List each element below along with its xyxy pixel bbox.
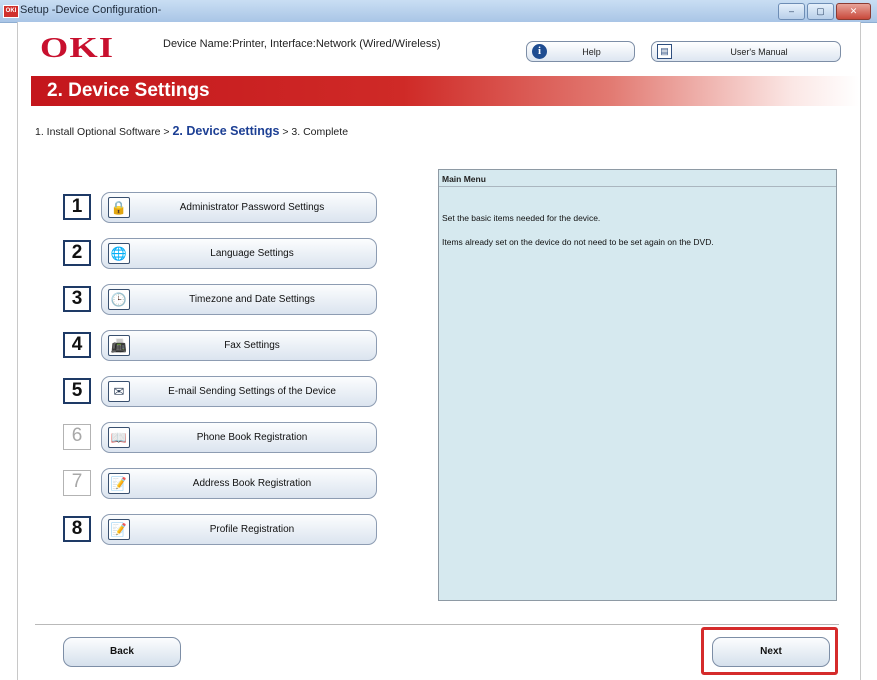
- menu-item-label: Administrator Password Settings: [179, 202, 325, 213]
- footer-divider: [35, 624, 839, 625]
- menu-row-2: 2 🌐 Language Settings: [63, 237, 379, 269]
- menu-row-8: 8 📝 Profile Registration: [63, 513, 379, 545]
- step-number-5: 5: [63, 378, 91, 404]
- description-panel: Main Menu Set the basic items needed for…: [438, 169, 837, 601]
- panel-header: Main Menu: [442, 174, 486, 184]
- step-number-8: 8: [63, 516, 91, 542]
- next-button[interactable]: Next: [712, 637, 830, 667]
- users-manual-label: User's Manual: [730, 47, 788, 57]
- language-icon: 🌐: [108, 243, 130, 264]
- breadcrumb-step-1: 1. Install Optional Software: [35, 126, 161, 138]
- email-sending-settings-button[interactable]: ✉ E-mail Sending Settings of the Device: [101, 376, 377, 407]
- menu-row-1: 1 🔒 Administrator Password Settings: [63, 191, 379, 223]
- timezone-date-settings-button[interactable]: 🕒 Timezone and Date Settings: [101, 284, 377, 315]
- window-controls: – ▢ ✕: [778, 3, 871, 20]
- phone-book-icon: 📖: [108, 427, 130, 448]
- maximize-button[interactable]: ▢: [807, 3, 834, 20]
- administrator-password-settings-button[interactable]: 🔒 Administrator Password Settings: [101, 192, 377, 223]
- key-card-icon: 🔒: [108, 197, 130, 218]
- app-icon: OKI: [3, 5, 19, 18]
- help-button[interactable]: i Help: [526, 41, 635, 62]
- minimize-button[interactable]: –: [778, 3, 805, 20]
- help-button-label: Help: [582, 47, 601, 57]
- step-banner: 2. Device Settings: [31, 76, 859, 106]
- address-book-registration-button[interactable]: 📝 Address Book Registration: [101, 468, 377, 499]
- menu-item-label: Phone Book Registration: [196, 432, 308, 443]
- window-titlebar: OKI Setup -Device Configuration- – ▢ ✕: [0, 0, 877, 23]
- users-manual-button[interactable]: ▤ User's Manual: [651, 41, 841, 62]
- fax-settings-button[interactable]: 📠 Fax Settings: [101, 330, 377, 361]
- step-number-7: 7: [63, 470, 91, 496]
- menu-row-6: 6 📖 Phone Book Registration: [63, 421, 379, 453]
- menu-item-label: Fax Settings: [224, 340, 280, 351]
- back-button[interactable]: Back: [63, 637, 181, 667]
- email-icon: ✉: [108, 381, 130, 402]
- address-book-icon: 📝: [108, 473, 130, 494]
- panel-text-line-2: Items already set on the device do not n…: [442, 237, 714, 247]
- breadcrumb: 1. Install Optional Software > 2. Device…: [35, 124, 348, 138]
- device-name-label: Device Name:Printer, Interface:Network (…: [163, 38, 441, 50]
- profile-icon: 📝: [108, 519, 130, 540]
- breadcrumb-step-3: 3. Complete: [291, 126, 349, 138]
- step-number-3: 3: [63, 286, 91, 312]
- window-title: Setup -Device Configuration-: [20, 4, 162, 16]
- breadcrumb-separator: >: [279, 126, 292, 138]
- profile-registration-button[interactable]: 📝 Profile Registration: [101, 514, 377, 545]
- panel-divider: [439, 186, 836, 187]
- menu-row-7: 7 📝 Address Book Registration: [63, 467, 379, 499]
- step-number-2: 2: [63, 240, 91, 266]
- menu-row-5: 5 ✉ E-mail Sending Settings of the Devic…: [63, 375, 379, 407]
- breadcrumb-separator: >: [160, 126, 173, 138]
- menu-item-label: Address Book Registration: [192, 478, 312, 489]
- step-number-1: 1: [63, 194, 91, 220]
- step-number-6: 6: [63, 424, 91, 450]
- clock-icon: 🕒: [108, 289, 130, 310]
- step-number-4: 4: [63, 332, 91, 358]
- menu-item-label: Language Settings: [210, 248, 294, 259]
- menu-row-4: 4 📠 Fax Settings: [63, 329, 379, 361]
- close-button[interactable]: ✕: [836, 3, 871, 20]
- fax-icon: 📠: [108, 335, 130, 356]
- language-settings-button[interactable]: 🌐 Language Settings: [101, 238, 377, 269]
- breadcrumb-step-2-current: 2. Device Settings: [172, 124, 280, 138]
- menu-row-3: 3 🕒 Timezone and Date Settings: [63, 283, 379, 315]
- oki-logo: OKI: [40, 32, 115, 64]
- menu-item-label: Timezone and Date Settings: [189, 294, 315, 305]
- phone-book-registration-button[interactable]: 📖 Phone Book Registration: [101, 422, 377, 453]
- panel-text-line-1: Set the basic items needed for the devic…: [442, 213, 601, 223]
- banner-title: 2. Device Settings: [47, 80, 210, 101]
- menu-item-label: E-mail Sending Settings of the Device: [168, 386, 336, 397]
- menu-item-label: Profile Registration: [209, 524, 295, 535]
